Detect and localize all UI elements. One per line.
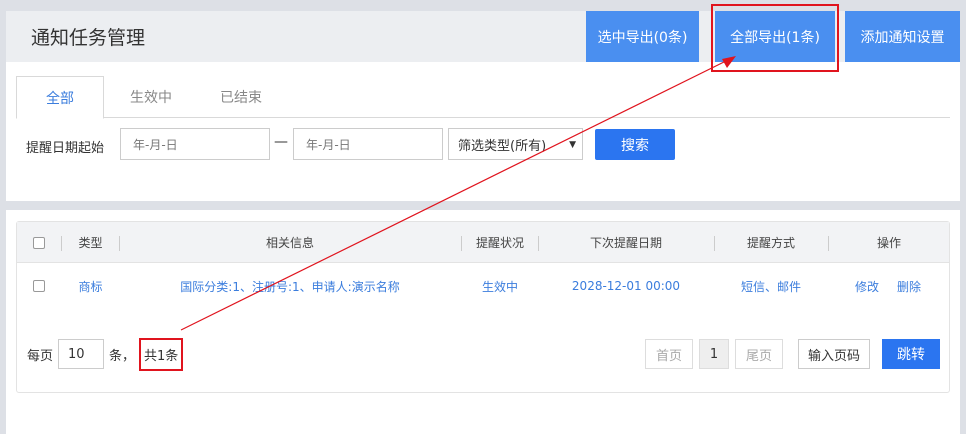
highlight-box [711, 4, 839, 72]
row-method: 短信、邮件 [740, 279, 801, 294]
total-count: 共1条 [139, 337, 184, 371]
column-header-type: 类型 [78, 236, 103, 250]
column-header-info: 相关信息 [265, 236, 314, 250]
jump-button[interactable]: 跳转 [882, 339, 940, 369]
row-info: 国际分类:1、注册号:1、申请人:演示名称 [180, 279, 400, 294]
table-row: 商标 国际分类:1、注册号:1、申请人:演示名称 生效中 2028-12-01 … [17, 263, 949, 309]
page-title: 通知任务管理 [31, 27, 146, 49]
search-button[interactable]: 搜索 [595, 129, 675, 160]
goto-page-input[interactable]: 输入页码 [798, 339, 870, 369]
task-table: 类型 相关信息 提醒状况 下次提醒日期 提醒方式 操作 商标 国际分类:1、注册… [16, 221, 950, 393]
last-page-button[interactable]: 尾页 [735, 339, 783, 369]
row-checkbox[interactable] [33, 280, 45, 292]
type-filter-select[interactable]: 筛选类型(所有) ▼ [448, 128, 583, 160]
page-number-button[interactable]: 1 [699, 339, 729, 369]
export-selected-button[interactable]: 选中导出(0条) [586, 11, 699, 62]
caret-down-icon: ▼ [569, 140, 576, 150]
first-page-button[interactable]: 首页 [645, 339, 693, 369]
page-size-input[interactable]: 10 [58, 339, 105, 369]
per-page-unit: 条， [109, 348, 136, 364]
page-size-control: 每页 10 条， 共1条 [27, 337, 184, 371]
select-all-cell [27, 222, 51, 263]
tab-ended[interactable]: 已结束 [196, 76, 286, 118]
row-status: 生效中 [481, 279, 518, 294]
tab-all[interactable]: 全部 [16, 76, 104, 119]
table-header: 类型 相关信息 提醒状况 下次提醒日期 提醒方式 操作 [17, 222, 949, 263]
column-header-status: 提醒状况 [475, 236, 524, 250]
row-type: 商标 [78, 279, 103, 294]
status-tabs: 全部 生效中 已结束 [16, 76, 950, 119]
date-range-label: 提醒日期起始 [26, 141, 105, 156]
end-date-input[interactable]: 年-月-日 [293, 128, 443, 160]
tab-active[interactable]: 生效中 [106, 76, 196, 118]
delete-link[interactable]: 删除 [889, 263, 929, 309]
column-header-actions: 操作 [876, 236, 901, 250]
column-header-method: 提醒方式 [746, 236, 795, 250]
results-panel: 类型 相关信息 提醒状况 下次提醒日期 提醒方式 操作 商标 国际分类:1、注册… [6, 210, 960, 434]
row-select-cell [27, 263, 51, 309]
start-date-input[interactable]: 年-月-日 [120, 128, 270, 160]
add-notification-setting-button[interactable]: 添加通知设置 [845, 11, 960, 62]
per-page-label: 每页 [27, 348, 54, 364]
date-separator: — [274, 134, 288, 150]
select-all-checkbox[interactable] [33, 236, 45, 249]
row-next-date: 2028-12-01 00:00 [571, 279, 681, 293]
edit-link[interactable]: 修改 [847, 263, 887, 309]
type-filter-value: 筛选类型(所有) [458, 138, 547, 154]
column-header-next-date: 下次提醒日期 [589, 236, 662, 250]
